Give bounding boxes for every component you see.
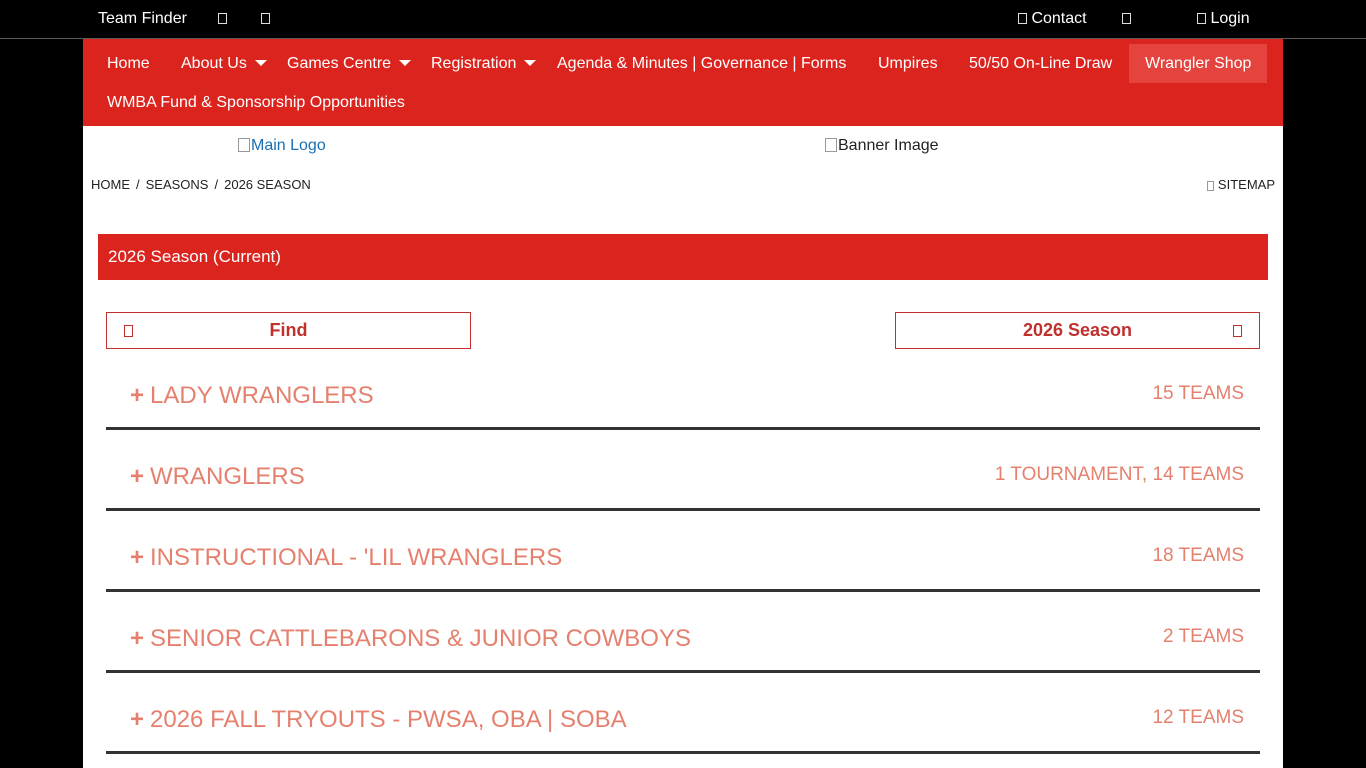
login-link[interactable]: Login	[1197, 10, 1250, 28]
contact-label: Contact	[1031, 10, 1087, 27]
nav-item-registration[interactable]: Registration	[415, 44, 552, 83]
find-button[interactable]: Find	[106, 312, 471, 349]
division-count: 1 TOURNAMENT, 14 TEAMS	[994, 464, 1244, 485]
nav-item-home[interactable]: Home	[91, 44, 166, 83]
caret-down-icon	[399, 60, 412, 66]
sitemap-label: SITEMAP	[1217, 177, 1275, 192]
login-label: Login	[1210, 10, 1250, 27]
nav-item-label: Games Centre	[287, 55, 392, 72]
division-name: + WRANGLERS	[130, 463, 305, 491]
contact-link[interactable]: Contact	[1018, 10, 1087, 28]
search-icon[interactable]	[218, 10, 227, 28]
division-name: + SENIOR CATTLEBARONS & JUNIOR COWBOYS	[130, 625, 691, 653]
team-finder-link[interactable]: Team Finder	[98, 10, 187, 28]
nav-item-agenda[interactable]: Agenda & Minutes | Governance | Forms	[541, 44, 862, 83]
list-item[interactable]: + SENIOR CATTLEBARONS & JUNIOR COWBOYS 2 …	[106, 592, 1260, 673]
lock-icon	[1197, 13, 1206, 24]
list-item[interactable]: + LADY WRANGLERS 15 TEAMS	[106, 349, 1260, 430]
expand-icon: +	[130, 544, 145, 571]
breadcrumb-separator: /	[214, 177, 219, 192]
broken-image-icon	[238, 138, 250, 152]
nav-item-umpires[interactable]: Umpires	[862, 44, 954, 83]
list-item[interactable]: + INSTRUCTIONAL - 'LIL WRANGLERS 18 TEAMS	[106, 511, 1260, 592]
breadcrumb-separator: /	[136, 177, 140, 192]
nav-item-label: Wrangler Shop	[1145, 55, 1252, 72]
expand-icon: +	[130, 463, 145, 490]
nav-item-about-us[interactable]: About Us	[165, 44, 283, 83]
banner-image: Banner Image	[825, 137, 939, 155]
nav-item-label: 50/50 On-Line Draw	[969, 55, 1113, 72]
nav-item-label: Home	[107, 55, 150, 72]
breadcrumb-seasons[interactable]: SEASONS	[146, 177, 209, 192]
season-title: 2026 Season (Current)	[108, 247, 281, 266]
caret-down-icon	[254, 60, 267, 66]
main-nav: Home About Us Games Centre Registration …	[83, 39, 1283, 126]
division-name: + INSTRUCTIONAL - 'LIL WRANGLERS	[130, 544, 562, 572]
season-title-bar: 2026 Season (Current)	[98, 234, 1268, 280]
sitemap-link[interactable]: SITEMAP	[1206, 177, 1275, 192]
nav-item-label: WMBA Fund & Sponsorship Opportunities	[107, 94, 405, 111]
breadcrumb-home[interactable]: HOME	[91, 177, 130, 192]
division-name: +2026 FALL TRYOUTS - PWSA, OBA | SOBA	[130, 706, 627, 734]
division-count: 15 TEAMS	[1152, 383, 1244, 404]
division-count: 2 TEAMS	[1163, 626, 1244, 647]
nav-item-label: Registration	[431, 55, 517, 72]
page-container: Home About Us Games Centre Registration …	[83, 39, 1283, 768]
breadcrumb-current: 2026 SEASON	[224, 177, 311, 192]
expand-icon: +	[130, 382, 145, 409]
division-name-text: LADY WRANGLERS	[150, 382, 374, 409]
envelope-icon	[1018, 13, 1027, 24]
division-name: + LADY WRANGLERS	[130, 382, 374, 410]
breadcrumb: HOME / SEASONS / 2026 SEASON	[91, 177, 311, 192]
division-name-text: WRANGLERS	[150, 463, 305, 490]
division-list: + LADY WRANGLERS 15 TEAMS + WRANGLERS 1 TO…	[106, 349, 1260, 754]
chevron-down-icon	[1233, 313, 1242, 348]
expand-icon: +	[130, 706, 145, 733]
nav-item-label: Agenda & Minutes | Governance | Forms	[557, 55, 847, 72]
nav-item-label: Umpires	[878, 55, 938, 72]
main-logo-alt-text: Main Logo	[251, 137, 326, 154]
nav-item-label: About Us	[181, 55, 247, 72]
season-selector-label: 2026 Season	[1022, 320, 1133, 340]
nav-item-5050-draw[interactable]: 50/50 On-Line Draw	[953, 44, 1128, 83]
main-logo[interactable]: Main Logo	[238, 137, 326, 155]
division-name-text: SENIOR CATTLEBARONS & JUNIOR COWBOYS	[150, 625, 691, 652]
season-selector[interactable]: 2026 Season	[895, 312, 1260, 349]
caret-down-icon	[524, 60, 537, 66]
expand-icon: +	[130, 625, 145, 652]
sitemap-icon	[1206, 181, 1214, 191]
broken-image-icon	[825, 138, 837, 152]
list-item[interactable]: + WRANGLERS 1 TOURNAMENT, 14 TEAMS	[106, 430, 1260, 511]
nav-item-games-centre[interactable]: Games Centre	[271, 44, 427, 83]
nav-item-wmba-fund[interactable]: WMBA Fund & Sponsorship Opportunities	[91, 83, 421, 122]
banner-alt-text: Banner Image	[838, 137, 939, 154]
find-label: Find	[269, 320, 308, 340]
division-name-text: 2026 FALL TRYOUTS - PWSA, OBA | SOBA	[150, 706, 627, 733]
social-icon[interactable]	[261, 10, 270, 28]
division-name-text: INSTRUCTIONAL - 'LIL WRANGLERS	[150, 544, 563, 571]
list-item[interactable]: +2026 FALL TRYOUTS - PWSA, OBA | SOBA 12…	[106, 673, 1260, 754]
top-utility-bar: Team Finder Contact Login	[0, 0, 1366, 39]
user-icon[interactable]	[1122, 10, 1131, 28]
division-count: 12 TEAMS	[1152, 707, 1244, 728]
division-count: 18 TEAMS	[1152, 545, 1244, 566]
nav-item-wrangler-shop[interactable]: Wrangler Shop	[1129, 44, 1268, 83]
